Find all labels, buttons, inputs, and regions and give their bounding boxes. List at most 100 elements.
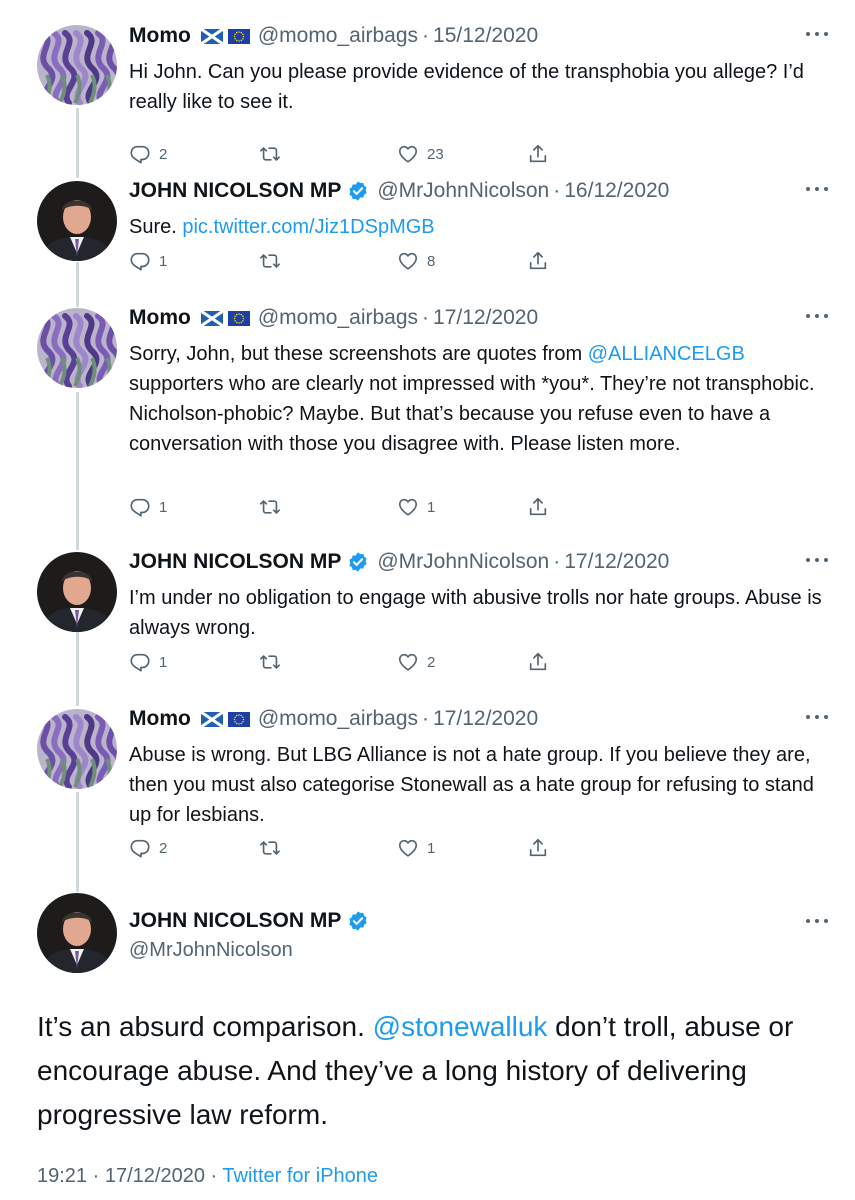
- reply-icon: [129, 651, 151, 673]
- heart-icon: [397, 837, 419, 859]
- tweet-date[interactable]: 15/12/2020: [433, 24, 538, 48]
- tweet-text: Sorry, John, but these screenshots are q…: [129, 339, 829, 459]
- reply-count: 2: [159, 145, 168, 163]
- tweet-text-segment: supporters who are clearly not impressed…: [129, 373, 815, 455]
- reply-button[interactable]: 2: [129, 834, 167, 862]
- retweet-button[interactable]: [259, 493, 281, 521]
- tweet-link[interactable]: pic.twitter.com/Jiz1DSpMGB: [182, 216, 434, 238]
- tweet-header: Momo @momo_airbags · 17/12/2020: [129, 302, 538, 334]
- tweet-time[interactable]: 19:21: [37, 1165, 87, 1187]
- more-options-icon[interactable]: [806, 185, 828, 193]
- verified-badge-icon: [347, 551, 369, 573]
- more-options-icon[interactable]: [806, 312, 828, 320]
- like-button[interactable]: 8: [397, 247, 435, 275]
- like-count: 8: [427, 252, 436, 270]
- separator-dot: ·: [422, 24, 430, 47]
- eu-flag-icon: [227, 28, 250, 44]
- retweet-button[interactable]: [259, 648, 281, 676]
- like-button[interactable]: 1: [397, 493, 435, 521]
- avatar[interactable]: [37, 709, 117, 789]
- tweet-date[interactable]: 16/12/2020: [564, 179, 669, 203]
- avatar[interactable]: [37, 893, 117, 973]
- retweet-button[interactable]: [259, 834, 281, 862]
- retweet-button[interactable]: [259, 140, 281, 168]
- main-tweet-header: JOHN NICOLSON MP @MrJohnNicolson: [129, 907, 369, 962]
- author-name[interactable]: Momo: [129, 707, 191, 731]
- tweet-link[interactable]: @stonewalluk: [373, 1011, 548, 1042]
- retweet-icon: [259, 250, 281, 272]
- tweet-header: Momo @momo_airbags · 17/12/2020: [129, 703, 538, 735]
- avatar[interactable]: [37, 552, 117, 632]
- author-handle[interactable]: @momo_airbags: [258, 24, 418, 48]
- tweet-date[interactable]: 17/12/2020: [433, 306, 538, 330]
- avatar[interactable]: [37, 181, 117, 261]
- author-handle[interactable]: @momo_airbags: [258, 707, 418, 731]
- author-name[interactable]: Momo: [129, 306, 191, 330]
- reply-button[interactable]: 1: [129, 493, 167, 521]
- reply-count: 1: [159, 653, 168, 671]
- tweet-header: JOHN NICOLSON MP @MrJohnNicolson · 17/12/20…: [129, 546, 669, 578]
- like-count: 1: [427, 839, 436, 857]
- more-options-icon[interactable]: [806, 556, 828, 564]
- author-handle[interactable]: @MrJohnNicolson: [377, 550, 549, 574]
- tweet-text-segment: I’m under no obligation to engage with a…: [129, 587, 822, 639]
- like-count: 1: [427, 498, 436, 516]
- reply-count: 1: [159, 252, 168, 270]
- tweet-actions: 18: [129, 247, 569, 275]
- author-name[interactable]: JOHN NICOLSON MP: [129, 179, 341, 203]
- more-options-icon[interactable]: [806, 30, 828, 38]
- retweet-button[interactable]: [259, 247, 281, 275]
- tweet[interactable]: Momo @momo_airbags · 17/12/2020 Sorry, John,…: [0, 302, 855, 517]
- reply-button[interactable]: 1: [129, 247, 167, 275]
- tweet-header: Momo @momo_airbags · 15/12/2020: [129, 20, 538, 52]
- reply-icon: [129, 143, 151, 165]
- author-name[interactable]: JOHN NICOLSON MP: [129, 909, 341, 933]
- scotland-flag-icon: [200, 711, 223, 727]
- like-button[interactable]: 23: [397, 140, 444, 168]
- author-name[interactable]: JOHN NICOLSON MP: [129, 550, 341, 574]
- eu-flag-icon: [227, 310, 250, 326]
- share-button[interactable]: [527, 247, 549, 275]
- share-button[interactable]: [527, 493, 549, 521]
- reply-icon: [129, 496, 151, 518]
- separator-dot: ·: [553, 550, 561, 573]
- author-handle[interactable]: @momo_airbags: [258, 306, 418, 330]
- tweet-metadata: 19:21 · 17/12/2020 · Twitter for iPhone: [37, 1165, 378, 1188]
- retweet-icon: [259, 837, 281, 859]
- tweet-date[interactable]: 17/12/2020: [564, 550, 669, 574]
- tweet-text-segment: Sorry, John, but these screenshots are q…: [129, 343, 588, 365]
- reply-button[interactable]: 2: [129, 140, 167, 168]
- author-name[interactable]: Momo: [129, 24, 191, 48]
- tweet[interactable]: Momo @momo_airbags · 17/12/2020 Abuse is wro…: [0, 703, 855, 858]
- like-count: 23: [427, 145, 444, 163]
- tweet-date[interactable]: 17/12/2020: [105, 1165, 205, 1187]
- tweet-text: I’m under no obligation to engage with a…: [129, 583, 829, 643]
- share-button[interactable]: [527, 140, 549, 168]
- tweet-source-link[interactable]: Twitter for iPhone: [222, 1165, 378, 1187]
- scotland-flag-icon: [200, 28, 223, 44]
- author-handle[interactable]: @MrJohnNicolson: [377, 179, 549, 203]
- reply-icon: [129, 837, 151, 859]
- reply-button[interactable]: 1: [129, 648, 167, 676]
- tweet-link[interactable]: @ALLIANCELGB: [588, 343, 745, 365]
- reply-icon: [129, 250, 151, 272]
- avatar[interactable]: [37, 308, 117, 388]
- tweet-text-segment: It’s an absurd comparison.: [37, 1011, 373, 1042]
- author-handle[interactable]: @MrJohnNicolson: [129, 939, 369, 962]
- share-icon: [527, 496, 549, 518]
- tweet-date[interactable]: 17/12/2020: [433, 707, 538, 731]
- avatar[interactable]: [37, 25, 117, 105]
- like-button[interactable]: 2: [397, 648, 435, 676]
- share-button[interactable]: [527, 834, 549, 862]
- tweet[interactable]: JOHN NICOLSON MP @MrJohnNicolson · 17/12/20…: [0, 546, 855, 672]
- tweet[interactable]: JOHN NICOLSON MP @MrJohnNicolson · 16/12/20…: [0, 175, 855, 271]
- share-button[interactable]: [527, 648, 549, 676]
- separator-dot: ·: [92, 1165, 100, 1187]
- heart-icon: [397, 250, 419, 272]
- more-options-icon[interactable]: [806, 917, 828, 925]
- separator-dot: ·: [422, 306, 430, 329]
- tweet[interactable]: Momo @momo_airbags · 15/12/2020 Hi John. Can…: [0, 20, 855, 164]
- thread-connector: [76, 392, 79, 550]
- more-options-icon[interactable]: [806, 713, 828, 721]
- like-button[interactable]: 1: [397, 834, 435, 862]
